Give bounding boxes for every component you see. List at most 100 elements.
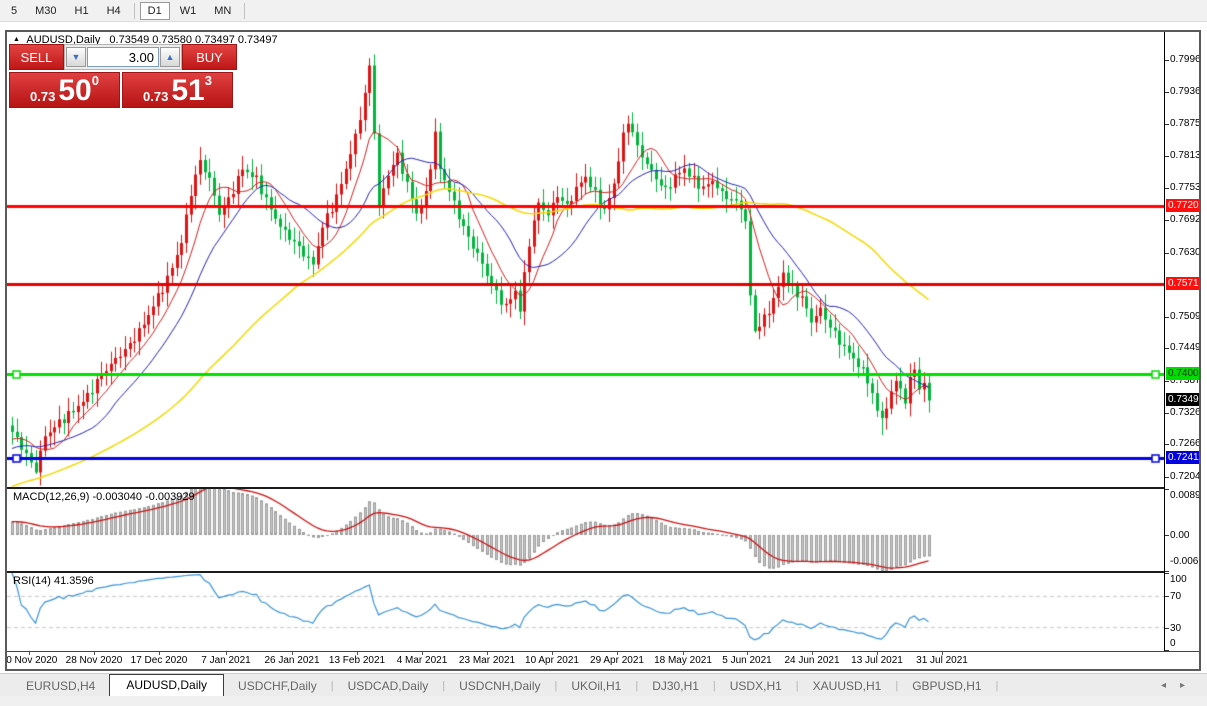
buy-button[interactable]: BUY <box>182 44 237 70</box>
price-tick-label: 0.76920 <box>1170 214 1199 225</box>
date-tick-label: 10 Nov 2020 <box>7 655 64 666</box>
price-tick-mark <box>1165 124 1169 125</box>
buy-price-sup: 3 <box>205 74 212 87</box>
price-tick-mark <box>1165 444 1169 445</box>
price-tick-mark <box>1165 156 1169 157</box>
date-tick-label: 10 Apr 2021 <box>517 655 587 666</box>
buy-price-display[interactable]: 0.73 51 3 <box>122 72 233 108</box>
macd-tick-mark <box>1165 535 1169 536</box>
chart-tab-usdchf-daily[interactable]: USDCHF,Daily <box>224 676 331 696</box>
price-line-badge: 0.72411 <box>1166 451 1199 464</box>
price-tick-label: 0.76305 <box>1170 247 1199 258</box>
macd-label: MACD(12,26,9) -0.003040 -0.003929 <box>13 491 195 503</box>
rsi-tick-mark <box>1165 628 1169 629</box>
price-line-badge: 0.77200 <box>1166 199 1199 212</box>
timeframe-button-w1[interactable]: W1 <box>172 2 205 20</box>
rsi-tick-label: 30 <box>1170 623 1181 634</box>
macd-tick-mark <box>1165 571 1169 572</box>
macd-tick-label: 0.008903 <box>1170 490 1199 501</box>
price-tick-mark <box>1165 220 1169 221</box>
sell-price-display[interactable]: 0.73 50 0 <box>9 72 120 108</box>
price-tick-mark <box>1165 317 1169 318</box>
status-strip <box>0 696 1207 706</box>
rsi-label: RSI(14) 41.3596 <box>13 575 94 587</box>
price-tick-label: 0.73260 <box>1170 407 1199 418</box>
price-tick-label: 0.79965 <box>1170 54 1199 65</box>
chart-tab-usdx-h1[interactable]: USDX,H1 <box>716 676 796 696</box>
price-tick-label: 0.72045 <box>1170 471 1199 482</box>
rsi-tick-mark <box>1165 573 1169 574</box>
price-tick-label: 0.74490 <box>1170 342 1199 353</box>
date-tick-label: 13 Jul 2021 <box>842 655 912 666</box>
rsi-tick-label: 0 <box>1170 638 1176 649</box>
macd-tick-mark <box>1165 489 1169 490</box>
sell-price-sup: 0 <box>92 74 99 87</box>
toolbar-separator <box>134 3 135 19</box>
date-tick-label: 29 Apr 2021 <box>582 655 652 666</box>
chart-tab-audusd-daily[interactable]: AUDUSD,Daily <box>109 674 224 696</box>
tab-scroll-left-icon[interactable]: ◂ <box>1161 680 1180 691</box>
price-line-badge: 0.74007 <box>1166 367 1199 380</box>
date-tick-label: 7 Jan 2021 <box>191 655 261 666</box>
volume-input[interactable] <box>87 47 159 67</box>
date-tick-label: 13 Feb 2021 <box>322 655 392 666</box>
date-tick-label: 4 Mar 2021 <box>387 655 457 666</box>
volume-increase-button[interactable]: ▲ <box>160 47 180 67</box>
rsi-tick-label: 70 <box>1170 591 1181 602</box>
timeframe-button-h1[interactable]: H1 <box>67 2 97 20</box>
price-tick-mark <box>1165 413 1169 414</box>
rsi-tick-label: 100 <box>1170 574 1187 585</box>
volume-spinner: ▼ ▲ <box>64 44 182 70</box>
date-tick-label: 28 Nov 2020 <box>59 655 129 666</box>
chart-tab-dj30-h1[interactable]: DJ30,H1 <box>638 676 713 696</box>
volume-decrease-button[interactable]: ▼ <box>66 47 86 67</box>
date-tick-label: 17 Dec 2020 <box>124 655 194 666</box>
price-tick-label: 0.79365 <box>1170 86 1199 97</box>
timeframe-button-d1[interactable]: D1 <box>140 2 170 20</box>
price-tick-label: 0.77535 <box>1170 182 1199 193</box>
date-tick-label: 18 May 2021 <box>648 655 718 666</box>
toolbar-separator <box>244 3 245 19</box>
chart-tab-eurusd-h4[interactable]: EURUSD,H4 <box>12 676 109 696</box>
symbol-collapse-icon[interactable]: ▲ <box>13 36 20 43</box>
macd-tick-label: -0.00697 <box>1170 556 1199 567</box>
price-tick-mark <box>1165 60 1169 61</box>
one-click-trading-panel: SELL ▼ ▲ BUY 0.73 50 0 0.73 51 3 <box>9 44 237 108</box>
rsi-indicator-canvas[interactable] <box>7 573 1164 651</box>
price-tick-label: 0.78750 <box>1170 118 1199 129</box>
buy-price-big: 51 <box>171 77 204 105</box>
price-line-badge: 0.73497 <box>1166 393 1199 406</box>
timeframe-button-mn[interactable]: MN <box>206 2 239 20</box>
chart-tab-gbpusd-h1[interactable]: GBPUSD,H1 <box>898 676 995 696</box>
chart-inner: 0.79965 0.79365 0.78750 0.78135 0.77535 0.769… <box>7 32 1199 669</box>
chart-tab-ukoil-h1[interactable]: UKOil,H1 <box>557 676 635 696</box>
price-axis[interactable]: 0.79965 0.79365 0.78750 0.78135 0.77535 0.769… <box>1164 32 1199 651</box>
date-tick-label: 26 Jan 2021 <box>257 655 327 666</box>
buy-price-base: 0.73 <box>143 88 168 105</box>
tab-scroll-right-icon[interactable]: ▸ <box>1180 680 1199 691</box>
sell-price-base: 0.73 <box>30 88 55 105</box>
price-tick-mark <box>1165 477 1169 478</box>
sell-button[interactable]: SELL <box>9 44 64 70</box>
price-tick-mark <box>1165 381 1169 382</box>
price-tick-mark <box>1165 188 1169 189</box>
date-axis[interactable]: 10 Nov 202028 Nov 202017 Dec 20207 Jan 2… <box>7 652 1164 669</box>
chart-tab-bar: EURUSD,H4AUDUSD,DailyUSDCHF,Daily | USDCAD… <box>0 673 1207 696</box>
price-line-badge: 0.75716 <box>1166 277 1199 290</box>
timeframe-button-m30[interactable]: M30 <box>27 2 64 20</box>
timeframe-button-5[interactable]: 5 <box>3 2 25 20</box>
rsi-tick-mark <box>1165 650 1169 651</box>
rsi-tick-mark <box>1165 596 1169 597</box>
chart-tab-usdcad-daily[interactable]: USDCAD,Daily <box>334 676 443 696</box>
price-tick-mark <box>1165 348 1169 349</box>
price-tick-label: 0.75090 <box>1170 311 1199 322</box>
chart-tab-xauusd-h1[interactable]: XAUUSD,H1 <box>799 676 896 696</box>
chart-tab-usdcnh-daily[interactable]: USDCNH,Daily <box>445 676 554 696</box>
date-tick-label: 24 Jun 2021 <box>777 655 847 666</box>
tab-separator: | <box>996 680 999 696</box>
price-tick-mark <box>1165 92 1169 93</box>
timeframe-button-h4[interactable]: H4 <box>99 2 129 20</box>
tab-scroll-arrows: ◂▸ <box>1161 680 1199 691</box>
timeframe-toolbar: 5M30H1H4 D1W1MN <box>0 0 1207 22</box>
price-tick-label: 0.78135 <box>1170 150 1199 161</box>
